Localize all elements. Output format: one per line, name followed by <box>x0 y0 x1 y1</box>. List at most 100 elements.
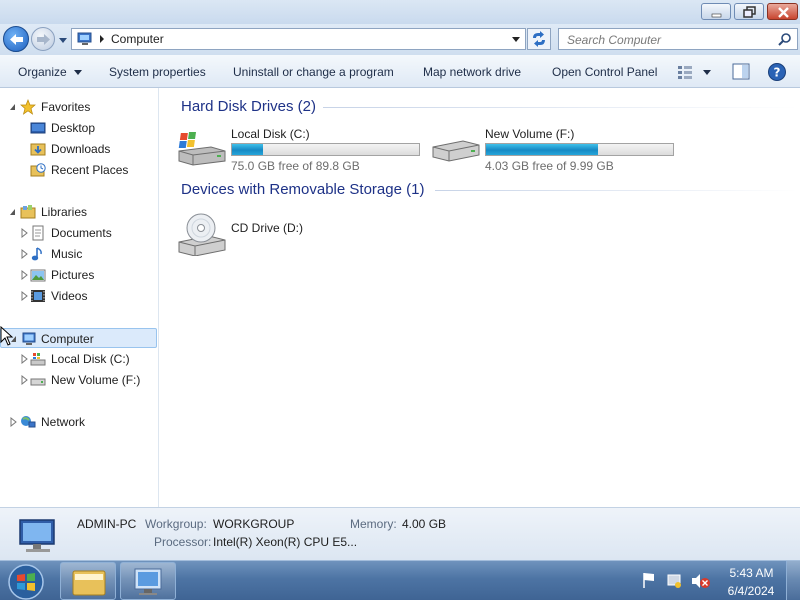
nav-new-volume-f[interactable]: New Volume (F:) <box>0 370 157 390</box>
drive-new-volume-f[interactable]: New Volume (F:) 4.03 GB free of 9.99 GB <box>431 125 681 173</box>
title-bar <box>0 0 800 24</box>
nav-favorites-label: Favorites <box>41 100 91 114</box>
computer-name: ADMIN-PC <box>77 517 137 531</box>
nav-music-label: Music <box>51 247 83 261</box>
system-properties-button[interactable]: System properties <box>109 65 206 79</box>
nav-computer[interactable]: Computer <box>0 328 157 348</box>
minimize-button[interactable] <box>701 3 731 20</box>
group-header-hard-disk-drives[interactable]: Hard Disk Drives (2) <box>181 98 316 115</box>
collapsed-arrow-icon[interactable] <box>20 249 28 259</box>
drive-icon <box>432 140 480 162</box>
cd-drive-icon <box>178 213 226 256</box>
forward-button[interactable] <box>31 27 55 51</box>
navigation-pane: Favorites Desktop Downloads Recent Place… <box>0 88 159 507</box>
nav-pictures[interactable]: Pictures <box>0 265 157 285</box>
start-button[interactable] <box>6 563 46 600</box>
nav-new-volume-f-label: New Volume (F:) <box>51 373 141 387</box>
nav-pictures-label: Pictures <box>51 268 95 282</box>
close-button[interactable] <box>767 3 798 20</box>
network-icon <box>21 416 36 428</box>
back-button[interactable] <box>3 26 29 52</box>
back-arrow-icon <box>10 34 23 45</box>
chevron-down-icon[interactable] <box>511 34 521 44</box>
refresh-button[interactable] <box>527 28 551 50</box>
drive-usage-bar <box>231 143 420 156</box>
nav-network[interactable]: Network <box>0 412 157 432</box>
nav-favorites[interactable]: Favorites <box>0 97 157 117</box>
folder-icon <box>72 570 106 596</box>
taskbar: 5:43 AM 6/4/2024 <box>0 560 800 600</box>
organize-label: Organize <box>18 65 67 79</box>
minimize-icon <box>711 13 722 18</box>
nav-local-disk-c-label: Local Disk (C:) <box>51 352 130 366</box>
change-view-button[interactable] <box>677 64 713 80</box>
search-box[interactable]: Search Computer <box>558 28 798 50</box>
show-desktop-button[interactable] <box>786 561 800 600</box>
nav-videos[interactable]: Videos <box>0 286 157 306</box>
collapsed-arrow-icon[interactable] <box>20 291 28 301</box>
collapsed-arrow-icon[interactable] <box>20 270 28 280</box>
nav-libraries[interactable]: Libraries <box>0 202 157 222</box>
collapsed-arrow-icon[interactable] <box>9 417 17 427</box>
command-bar: Organize System properties Uninstall or … <box>0 55 800 88</box>
nav-recent-places-label: Recent Places <box>51 163 129 177</box>
refresh-icon <box>533 31 545 47</box>
address-text: Computer <box>111 32 164 46</box>
restore-button[interactable] <box>734 3 764 20</box>
desktop-icon <box>30 122 46 134</box>
clock-time[interactable]: 5:43 AM <box>724 566 779 580</box>
collapsed-arrow-icon[interactable] <box>20 375 28 385</box>
drive-free-space: 75.0 GB free of 89.8 GB <box>231 159 360 173</box>
taskbar-explorer-button[interactable] <box>60 562 116 600</box>
processor-label: Processor: <box>154 535 212 549</box>
system-drive-icon <box>178 132 226 166</box>
workgroup-label: Workgroup: <box>145 517 207 531</box>
volume-muted-icon <box>692 574 710 588</box>
processor-value: Intel(R) Xeon(R) CPU E5... <box>213 535 358 549</box>
clock-date[interactable]: 6/4/2024 <box>722 584 780 598</box>
libraries-icon <box>20 205 36 219</box>
expanded-arrow-icon[interactable] <box>9 102 17 112</box>
nav-desktop[interactable]: Desktop <box>0 118 157 138</box>
taskbar-computer-button[interactable] <box>120 562 176 600</box>
expanded-arrow-icon[interactable] <box>9 207 17 217</box>
search-icon[interactable] <box>778 32 792 46</box>
nav-music[interactable]: Music <box>0 244 157 264</box>
help-button[interactable]: ? <box>767 62 787 82</box>
drive-usage-fill <box>486 144 598 155</box>
collapsed-arrow-icon[interactable] <box>20 228 28 238</box>
system-tray[interactable] <box>638 569 718 593</box>
drive-cd-drive-d[interactable]: CD Drive (D:) <box>177 208 327 256</box>
drive-free-space: 4.03 GB free of 9.99 GB <box>485 159 614 173</box>
collapsed-arrow-icon[interactable] <box>20 354 28 364</box>
forward-arrow-icon <box>37 34 50 45</box>
group-header-removable-storage[interactable]: Devices with Removable Storage (1) <box>181 181 424 198</box>
preview-pane-button[interactable] <box>732 63 750 80</box>
computer-icon <box>77 32 92 45</box>
organize-button[interactable]: Organize <box>18 65 83 79</box>
nav-libraries-label: Libraries <box>41 205 88 219</box>
nav-local-disk-c[interactable]: Local Disk (C:) <box>0 349 157 369</box>
nav-downloads[interactable]: Downloads <box>0 139 157 159</box>
downloads-folder-icon <box>30 143 46 156</box>
nav-documents[interactable]: Documents <box>0 223 157 243</box>
drive-usage-bar <box>485 143 674 156</box>
open-control-panel-button[interactable]: Open Control Panel <box>552 65 657 79</box>
nav-recent-places[interactable]: Recent Places <box>0 160 157 180</box>
chevron-down-icon <box>74 70 83 75</box>
videos-icon <box>31 290 45 302</box>
address-bar[interactable]: Computer <box>71 28 526 50</box>
nav-documents-label: Documents <box>51 226 112 240</box>
recent-pages-dropdown[interactable] <box>58 35 68 45</box>
memory-value: 4.00 GB <box>402 517 447 531</box>
uninstall-program-button[interactable]: Uninstall or change a program <box>233 65 394 79</box>
restore-icon <box>743 6 756 18</box>
chevron-right-icon[interactable] <box>98 34 106 44</box>
search-input[interactable]: Search Computer <box>567 33 661 47</box>
nav-desktop-label: Desktop <box>51 121 96 135</box>
star-icon <box>20 99 36 115</box>
map-network-drive-button[interactable]: Map network drive <box>423 65 521 79</box>
navigation-bar: Computer Search Computer <box>0 24 800 55</box>
drive-name: Local Disk (C:) <box>231 127 310 141</box>
drive-local-disk-c[interactable]: Local Disk (C:) 75.0 GB free of 89.8 GB <box>177 125 427 173</box>
